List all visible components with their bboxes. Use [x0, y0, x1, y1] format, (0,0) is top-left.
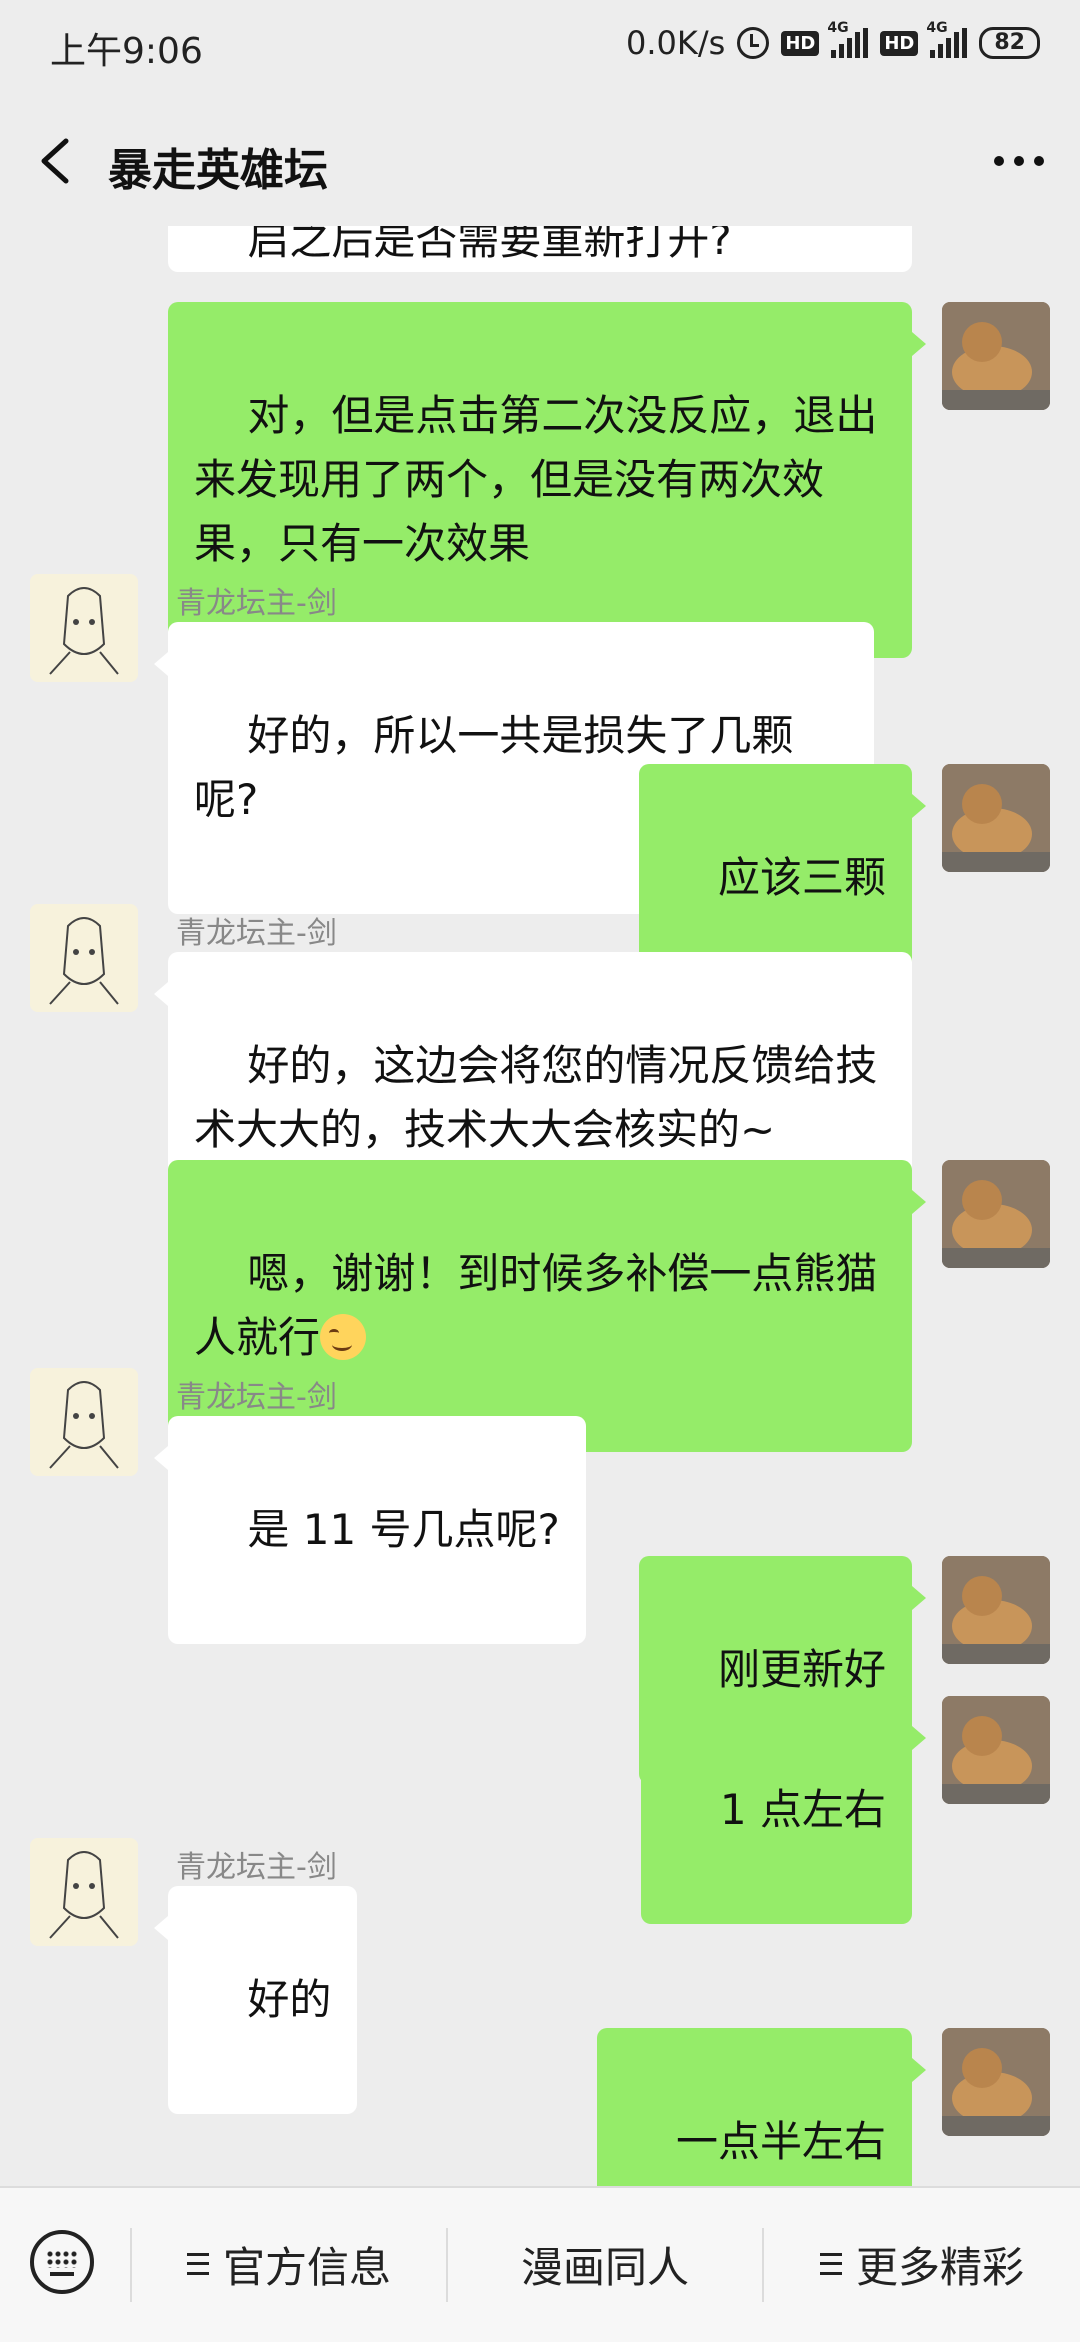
message-text: 刚更新好 [717, 1645, 886, 1694]
my-avatar[interactable] [942, 1160, 1050, 1268]
bottom-menu-bar: 官方信息 漫画同人 更多精彩 [0, 2186, 1080, 2342]
message-bubble[interactable]: 一点半左右 [596, 2028, 927, 2186]
message-text: 一点半左右 [675, 2117, 886, 2166]
message-text: 嗯，谢谢！到时候多补偿一点熊猫人就行 [194, 1249, 878, 1362]
message-text: 1 点左右 [719, 1785, 886, 1834]
message-text: 是 11 号几点呢? [247, 1505, 560, 1554]
chat-title: 暴走英雄坛 [108, 145, 328, 196]
sender-name: 青龙坛主-剑 [176, 1850, 337, 1885]
message-text: 好的 [247, 1975, 332, 2024]
message-bubble[interactable]: 好的 [153, 1886, 358, 2114]
menu-label: 更多精彩 [855, 2242, 1024, 2292]
message-text: 应该三颗 [717, 853, 886, 902]
my-avatar[interactable] [942, 2028, 1050, 2136]
more-options-icon[interactable] [994, 156, 1044, 166]
message-text: 启之后是否需要重新打开? [247, 226, 732, 264]
signal-icon: 4G [827, 20, 869, 58]
battery-icon: 82 [979, 27, 1040, 59]
network-type-label: 4G [926, 20, 948, 36]
sender-name: 青龙坛主-剑 [176, 916, 337, 951]
alarm-icon [737, 27, 770, 59]
message-text: 对，但是点击第二次没反应，退出来发现用了两个，但是没有两次效果，只有一次效果 [194, 391, 878, 568]
my-avatar[interactable] [942, 764, 1050, 872]
smiling-face-icon [320, 1314, 367, 1360]
message-text: 好的，这边会将您的情况反馈给技术大大的，技术大大会核实的~ [194, 1041, 878, 1154]
message-bubble[interactable]: 是 11 号几点呢? [154, 1416, 586, 1644]
my-avatar[interactable] [942, 302, 1050, 410]
contact-avatar[interactable] [30, 574, 138, 682]
my-avatar[interactable] [942, 1696, 1050, 1804]
menu-icon [819, 2253, 842, 2275]
back-arrow-icon[interactable] [38, 138, 74, 184]
menu-label: 漫画同人 [520, 2242, 689, 2292]
network-type-label: 4G [827, 20, 849, 36]
menu-official-info[interactable]: 官方信息 [132, 2216, 446, 2312]
keyboard-icon[interactable] [30, 2230, 94, 2294]
contact-avatar[interactable] [30, 904, 138, 1012]
hd-badge: HD [781, 30, 820, 56]
menu-label: 官方信息 [222, 2242, 391, 2292]
contact-avatar[interactable] [30, 1838, 138, 1946]
menu-more[interactable]: 更多精彩 [764, 2216, 1080, 2312]
my-avatar[interactable] [942, 1556, 1050, 1664]
signal-icon: 4G [926, 20, 968, 58]
message-bubble[interactable]: 启之后是否需要重新打开? [168, 226, 912, 272]
sender-name: 青龙坛主-剑 [176, 586, 337, 621]
menu-icon [186, 2253, 209, 2275]
net-speed: 0.0K/s [626, 24, 726, 62]
hd-badge: HD [880, 30, 919, 56]
status-icons: 0.0K/s HD 4G HD 4G 82 [626, 20, 1040, 62]
contact-avatar[interactable] [30, 1368, 138, 1476]
status-bar: 上午9:06 0.0K/s HD 4G HD 4G 82 [0, 0, 1080, 96]
menu-comics[interactable]: 漫画同人 [448, 2216, 762, 2312]
message-list[interactable]: 启之后是否需要重新打开? 对，但是点击第二次没反应，退出来发现用了两个，但是没有… [0, 226, 1080, 2186]
message-bubble[interactable]: 1 点左右 [640, 1696, 927, 1924]
sender-name: 青龙坛主-剑 [176, 1380, 337, 1415]
chat-header: 暴走英雄坛 [0, 96, 1080, 226]
status-time: 上午9:06 [50, 31, 203, 72]
